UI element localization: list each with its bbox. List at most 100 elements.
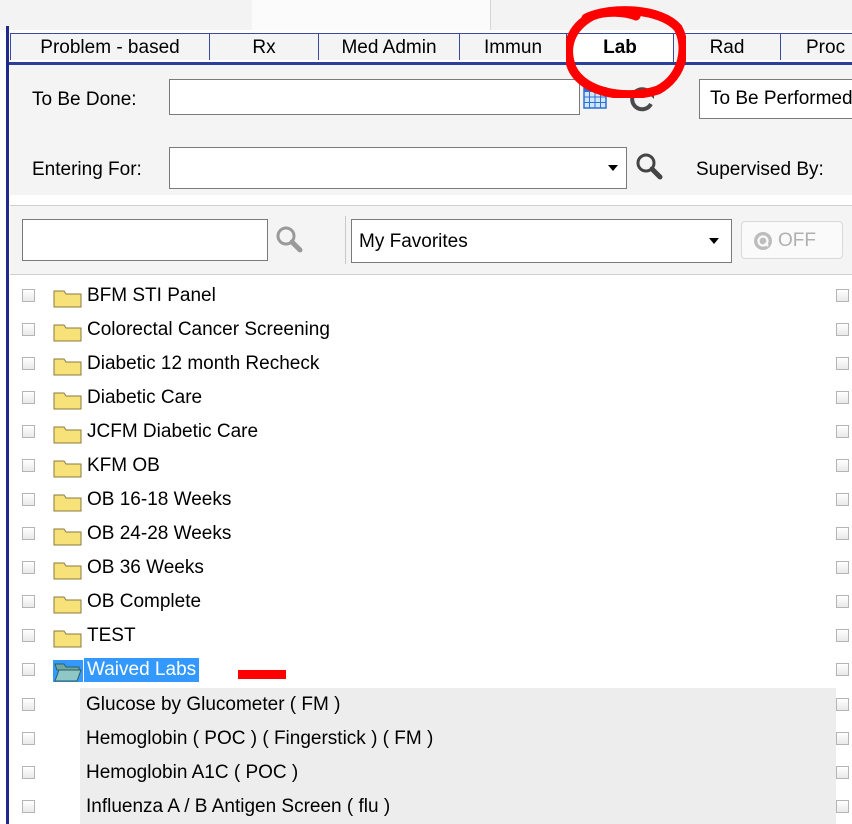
list-item[interactable]: Diabetic Care: [10, 381, 852, 415]
tab-lab[interactable]: Lab: [566, 33, 674, 63]
item-checkbox[interactable]: [22, 425, 35, 438]
item-checkbox[interactable]: [22, 663, 35, 676]
search-icon[interactable]: [274, 224, 306, 256]
search-icon[interactable]: [634, 151, 666, 183]
item-checkbox[interactable]: [836, 663, 849, 676]
item-checkbox[interactable]: [22, 561, 35, 574]
item-checkbox[interactable]: [836, 595, 849, 608]
item-label[interactable]: Diabetic 12 month Recheck: [87, 352, 319, 376]
item-checkbox[interactable]: [836, 459, 849, 472]
list-item[interactable]: Influenza A / B Antigen Screen ( flu ): [10, 790, 852, 824]
calendar-icon[interactable]: [582, 85, 608, 111]
item-label[interactable]: Colorectal Cancer Screening: [87, 318, 330, 342]
item-checkbox[interactable]: [22, 800, 35, 813]
item-checkbox[interactable]: [836, 629, 849, 642]
folder-icon: [53, 392, 82, 410]
list-item[interactable]: Hemoglobin ( POC ) ( Fingerstick ) ( FM …: [10, 722, 852, 756]
annotation-mark: [238, 670, 286, 679]
list-item[interactable]: OB 36 Weeks: [10, 551, 852, 585]
folder-icon: [53, 426, 82, 444]
item-label[interactable]: OB 16-18 Weeks: [87, 488, 231, 512]
list-item[interactable]: OB 16-18 Weeks: [10, 483, 852, 517]
item-search-input[interactable]: [23, 220, 267, 260]
item-checkbox[interactable]: [22, 698, 35, 711]
item-label[interactable]: Hemoglobin ( POC ) ( Fingerstick ) ( FM …: [86, 727, 433, 751]
item-label[interactable]: JCFM Diabetic Care: [87, 420, 258, 444]
list-item[interactable]: Hemoglobin A1C ( POC ): [10, 756, 852, 790]
toggle-label: OFF: [778, 230, 816, 251]
item-checkbox[interactable]: [22, 766, 35, 779]
refresh-icon[interactable]: [626, 85, 656, 113]
tab-rx[interactable]: Rx: [209, 33, 319, 60]
tab-bar: Problem - based Rx Med Admin Immun Lab R…: [10, 33, 852, 63]
list-item[interactable]: JCFM Diabetic Care: [10, 415, 852, 449]
item-checkbox[interactable]: [22, 732, 35, 745]
item-checkbox[interactable]: [836, 289, 849, 302]
to-be-done-input[interactable]: [170, 80, 579, 114]
item-checkbox[interactable]: [836, 425, 849, 438]
top-strip: [0, 0, 852, 30]
tab-med-admin[interactable]: Med Admin: [318, 33, 460, 60]
item-checkbox[interactable]: [836, 766, 849, 779]
list-item-selected[interactable]: Waived Labs: [10, 653, 852, 687]
item-label[interactable]: Waived Labs: [84, 658, 200, 682]
item-checkbox[interactable]: [836, 561, 849, 574]
list-item[interactable]: TEST: [10, 619, 852, 653]
item-checkbox[interactable]: [22, 493, 35, 506]
to-be-performed-select[interactable]: To Be Performed: [699, 79, 852, 119]
item-checkbox[interactable]: [22, 459, 35, 472]
item-label[interactable]: Glucose by Glucometer ( FM ): [86, 693, 340, 717]
supervised-by-label: Supervised By:: [696, 159, 824, 180]
list-item[interactable]: Diabetic 12 month Recheck: [10, 347, 852, 381]
item-label[interactable]: BFM STI Panel: [87, 284, 216, 308]
item-checkbox[interactable]: [836, 391, 849, 404]
to-be-done-field[interactable]: [169, 79, 580, 115]
list-item[interactable]: KFM OB: [10, 449, 852, 483]
item-checkbox[interactable]: [836, 732, 849, 745]
entering-for-input[interactable]: [170, 148, 626, 188]
item-label[interactable]: OB 24-28 Weeks: [87, 522, 231, 546]
folder-icon: [53, 562, 82, 580]
item-checkbox[interactable]: [836, 698, 849, 711]
item-checkbox[interactable]: [22, 391, 35, 404]
tab-rad[interactable]: Rad: [673, 33, 781, 60]
item-label[interactable]: OB 36 Weeks: [87, 556, 204, 580]
folder-icon: [53, 460, 82, 478]
item-checkbox[interactable]: [22, 527, 35, 540]
item-search-field[interactable]: [22, 219, 268, 261]
list-item[interactable]: Colorectal Cancer Screening: [10, 313, 852, 347]
item-checkbox[interactable]: [22, 323, 35, 336]
item-checkbox[interactable]: [22, 629, 35, 642]
order-list: BFM STI Panel Colorectal Cancer Screenin…: [10, 278, 852, 824]
tab-problem-based[interactable]: Problem - based: [10, 33, 210, 60]
window-left-edge: [6, 26, 9, 824]
item-checkbox[interactable]: [836, 527, 849, 540]
tab-proc[interactable]: Proc: [780, 33, 852, 60]
item-checkbox[interactable]: [836, 800, 849, 813]
item-checkbox[interactable]: [836, 323, 849, 336]
item-checkbox[interactable]: [836, 493, 849, 506]
top-strip-segment: [252, 0, 491, 30]
item-label[interactable]: Diabetic Care: [87, 386, 202, 410]
item-checkbox[interactable]: [22, 595, 35, 608]
tab-immun[interactable]: Immun: [459, 33, 567, 60]
favorites-toggle[interactable]: OFF: [741, 221, 843, 259]
item-label[interactable]: KFM OB: [87, 454, 160, 478]
item-label[interactable]: OB Complete: [87, 590, 201, 614]
favorites-value: My Favorites: [359, 231, 468, 252]
item-label[interactable]: Influenza A / B Antigen Screen ( flu ): [86, 795, 390, 819]
list-item[interactable]: OB Complete: [10, 585, 852, 619]
list-item[interactable]: BFM STI Panel: [10, 279, 852, 313]
favorites-select[interactable]: My Favorites: [351, 219, 732, 263]
item-checkbox[interactable]: [836, 357, 849, 370]
folder-icon: [53, 494, 82, 512]
item-label[interactable]: TEST: [87, 624, 136, 648]
toolbar-separator: [345, 216, 346, 264]
item-checkbox[interactable]: [22, 357, 35, 370]
dropdown-arrow-icon: [709, 238, 719, 244]
list-item[interactable]: OB 24-28 Weeks: [10, 517, 852, 551]
item-checkbox[interactable]: [22, 289, 35, 302]
entering-for-select[interactable]: [169, 147, 627, 189]
list-item[interactable]: Glucose by Glucometer ( FM ): [10, 688, 852, 722]
item-label[interactable]: Hemoglobin A1C ( POC ): [86, 761, 298, 785]
